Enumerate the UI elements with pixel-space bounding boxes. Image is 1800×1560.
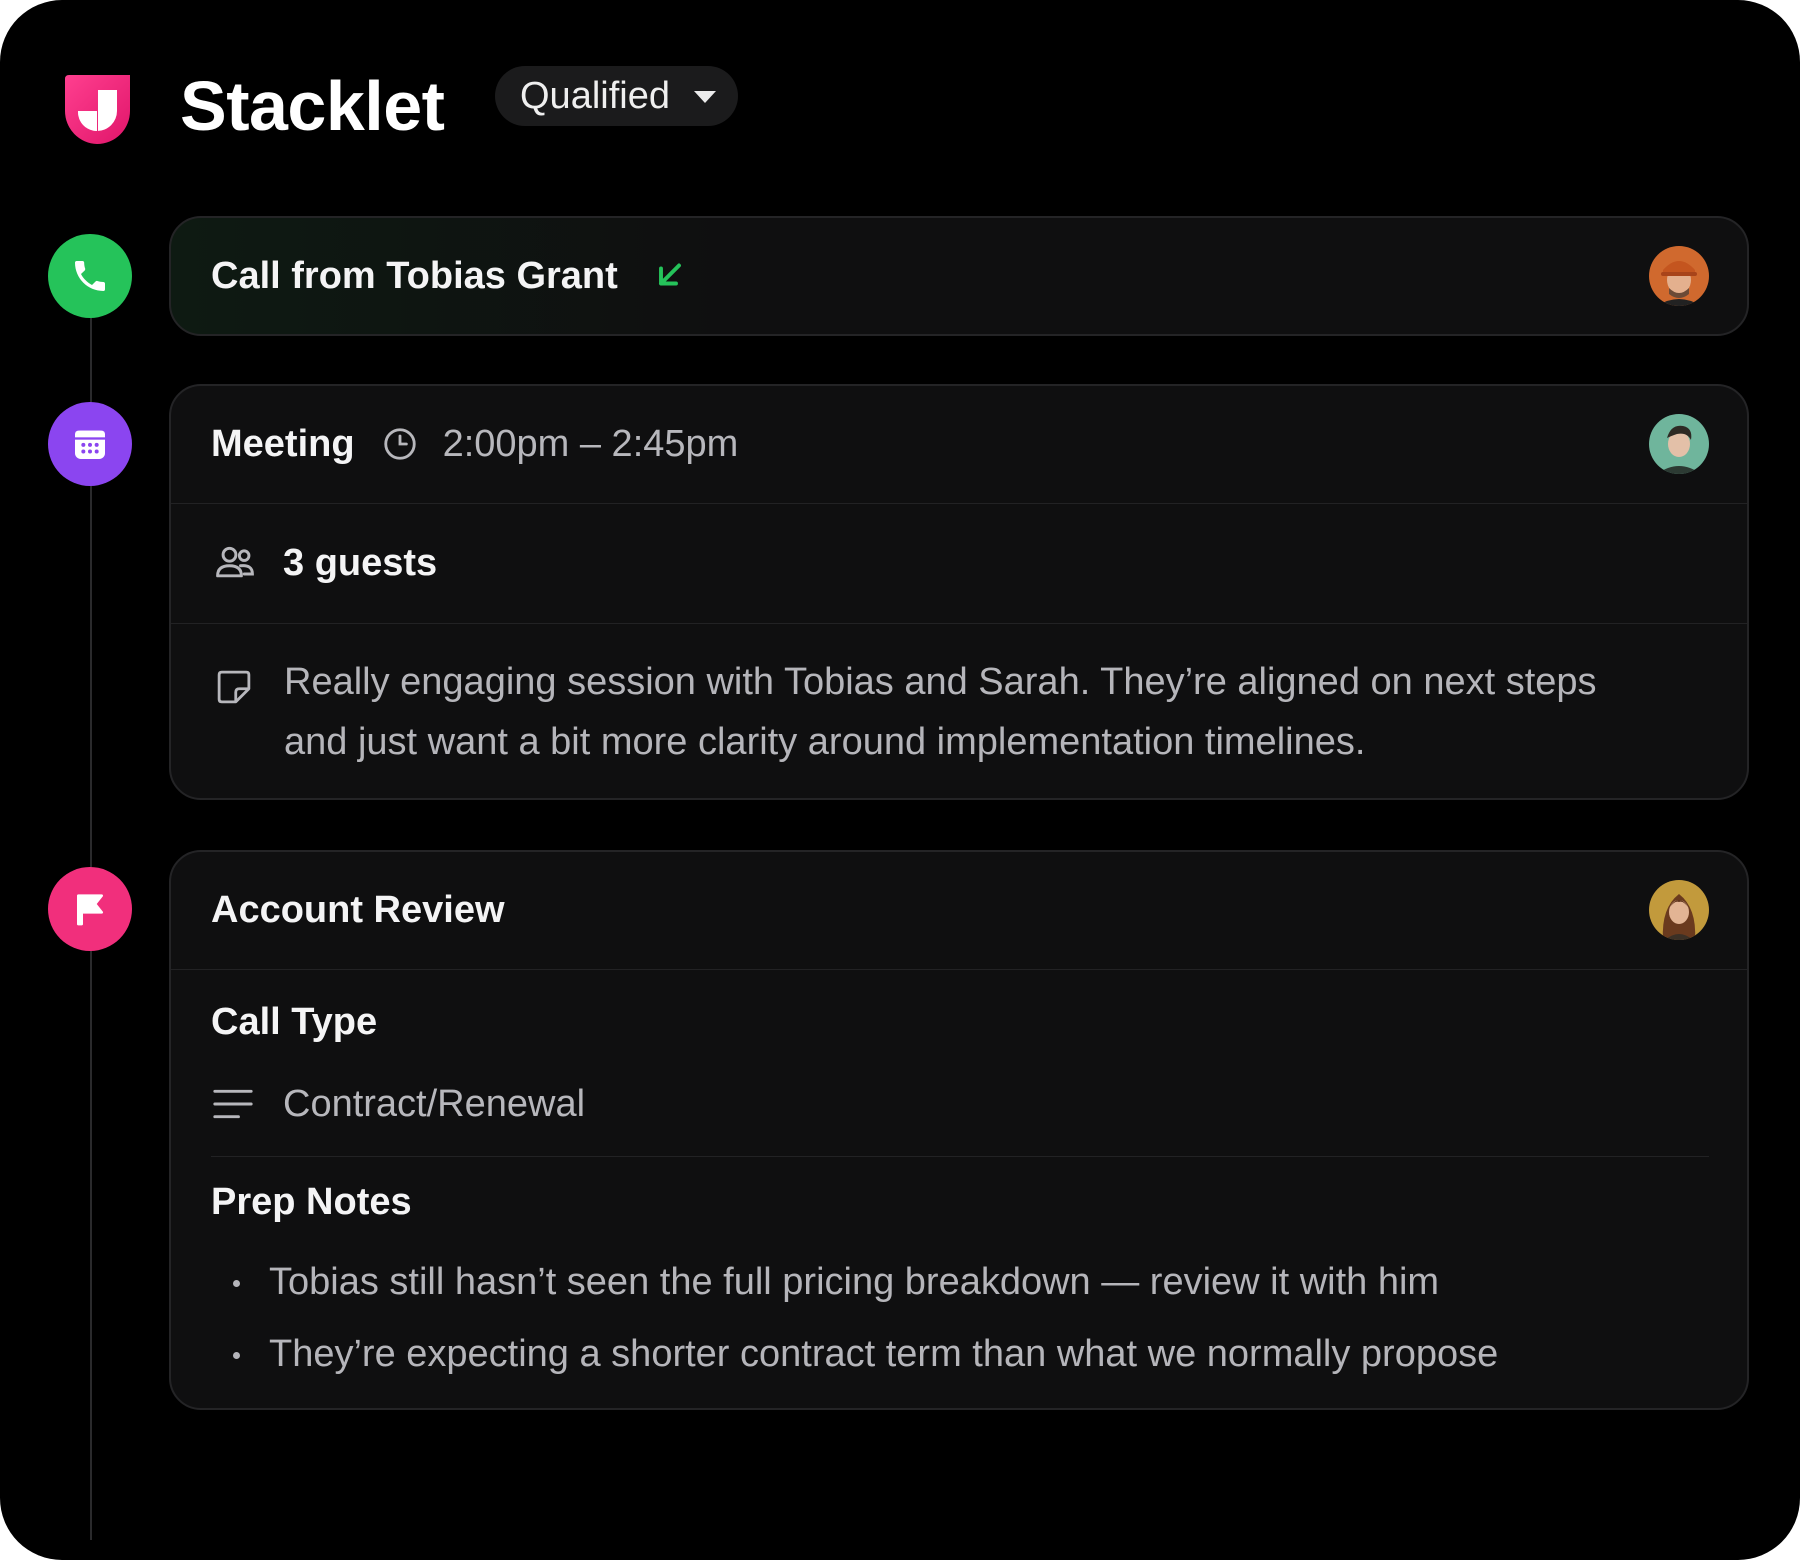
call-card[interactable]: Call from Tobias Grant xyxy=(169,216,1749,336)
text-lines-icon xyxy=(213,1089,253,1119)
chevron-down-icon xyxy=(693,91,716,103)
meeting-note-line: and just want a bit more clarity around … xyxy=(284,721,1366,763)
list-item: Tobias still hasn’t seen the full pricin… xyxy=(211,1246,1707,1318)
call-type-label: Call Type xyxy=(211,1001,378,1043)
list-item: They’re expecting a shorter contract ter… xyxy=(211,1318,1707,1390)
meeting-time: 2:00pm – 2:45pm xyxy=(442,422,739,465)
call-type-value: Contract/Renewal xyxy=(283,1082,586,1125)
avatar-image xyxy=(1649,414,1709,474)
prep-notes-list: Tobias still hasn’t seen the full pricin… xyxy=(211,1246,1707,1390)
meeting-card[interactable]: Meeting 2:00pm – 2:45pm 3 guests Really … xyxy=(169,384,1749,800)
prep-notes-label: Prep Notes xyxy=(211,1181,412,1223)
divider xyxy=(171,969,1747,970)
review-node xyxy=(48,867,132,951)
call-node xyxy=(48,234,132,318)
meeting-note: Really engaging session with Tobias and … xyxy=(284,652,1597,772)
avatar-tobias[interactable] xyxy=(1649,246,1709,306)
guests-count: 3 guests xyxy=(283,541,438,584)
avatar-host[interactable] xyxy=(1649,414,1709,474)
meeting-note-line: Really engaging session with Tobias and … xyxy=(284,661,1597,703)
app-title: Stacklet xyxy=(180,67,445,145)
avatar-image xyxy=(1649,880,1709,940)
call-title: Call from Tobias Grant xyxy=(211,254,618,297)
meeting-node xyxy=(48,402,132,486)
header xyxy=(59,58,134,158)
users-icon xyxy=(216,546,254,578)
account-review-card[interactable]: Account Review Call Type Contract/Renewa… xyxy=(169,850,1749,1410)
meeting-title: Meeting xyxy=(211,422,355,465)
status-label: Qualified xyxy=(520,74,670,117)
note-icon-wrap xyxy=(213,666,255,713)
arrow-down-left-icon xyxy=(658,263,681,286)
status-dropdown[interactable]: Qualified xyxy=(495,66,738,126)
clock-icon xyxy=(383,428,416,460)
flag-icon xyxy=(77,894,103,926)
calendar-icon xyxy=(75,430,105,459)
avatar-reviewer[interactable] xyxy=(1649,880,1709,940)
stacklet-logo-icon xyxy=(65,74,130,144)
app-window: Stacklet Qualified Call from Tobias Gran… xyxy=(0,0,1800,1560)
review-title: Account Review xyxy=(211,888,505,931)
sticky-note-icon xyxy=(217,670,251,704)
divider xyxy=(171,623,1747,624)
avatar-image xyxy=(1649,246,1709,306)
divider xyxy=(211,1156,1709,1157)
phone-icon xyxy=(75,261,105,291)
